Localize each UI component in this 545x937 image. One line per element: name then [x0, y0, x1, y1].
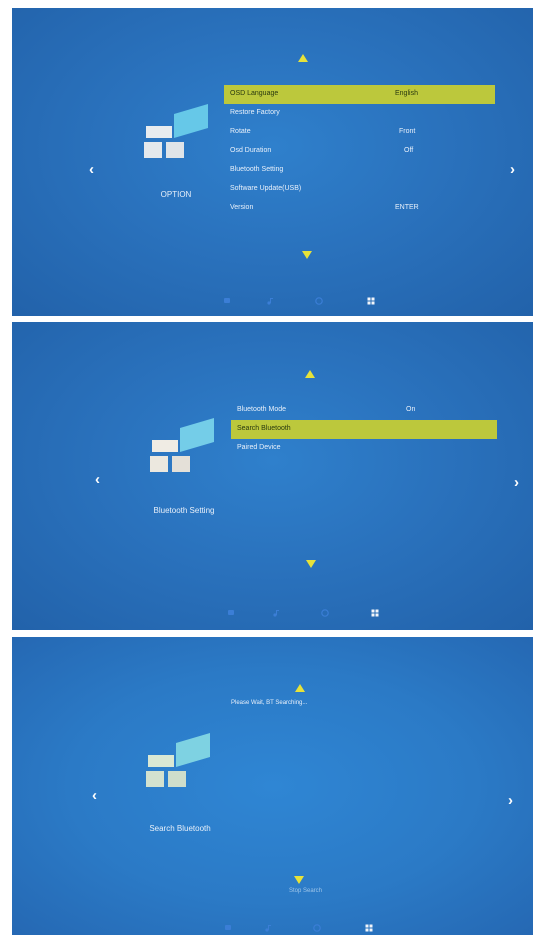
- scroll-down-arrow-icon[interactable]: [306, 560, 316, 568]
- option-icon[interactable]: [367, 297, 375, 305]
- menu-item-osd-language[interactable]: OSD Language English: [224, 85, 495, 104]
- previous-page-chevron-icon[interactable]: ‹: [95, 472, 100, 487]
- option-icon[interactable]: [371, 609, 379, 617]
- time-icon[interactable]: [321, 609, 329, 617]
- menu-item-software-update[interactable]: Software Update(USB): [224, 180, 495, 199]
- next-page-chevron-icon[interactable]: ›: [508, 793, 513, 808]
- scroll-down-arrow-icon[interactable]: [294, 876, 304, 884]
- menu-item-paired-device[interactable]: Paired Device: [231, 439, 497, 458]
- scroll-up-arrow-icon[interactable]: [295, 684, 305, 692]
- option-menu-panel: ‹ › OPTION OSD Language English Restore …: [12, 8, 533, 316]
- music-icon[interactable]: [272, 609, 280, 617]
- time-icon[interactable]: [313, 924, 321, 932]
- menu-item-search-bluetooth[interactable]: Search Bluetooth: [231, 420, 497, 439]
- previous-page-chevron-icon[interactable]: ‹: [92, 788, 97, 803]
- picture-icon[interactable]: [227, 609, 235, 617]
- menu-item-version[interactable]: Version ENTER: [224, 199, 495, 218]
- option-caption: OPTION: [160, 190, 192, 199]
- menu-item-osd-duration[interactable]: Osd Duration Off: [224, 142, 495, 161]
- picture-icon[interactable]: [224, 924, 232, 932]
- bluetooth-logo-icon: [150, 418, 214, 472]
- bluetooth-setting-panel: ‹ › Bluetooth Setting Bluetooth Mode On …: [12, 322, 533, 630]
- time-icon[interactable]: [315, 297, 323, 305]
- next-page-chevron-icon[interactable]: ›: [510, 162, 515, 177]
- stop-search-button[interactable]: Stop Search: [289, 888, 322, 894]
- scroll-up-arrow-icon[interactable]: [298, 54, 308, 62]
- music-icon[interactable]: [264, 924, 272, 932]
- menu-item-bluetooth-setting[interactable]: Bluetooth Setting: [224, 161, 495, 180]
- searching-status-message: Please Wait, BT Searching...: [231, 700, 308, 706]
- bluetooth-setting-caption: Bluetooth Setting: [153, 506, 215, 515]
- previous-page-chevron-icon[interactable]: ‹: [89, 162, 94, 177]
- search-bluetooth-logo-icon: [146, 733, 210, 787]
- bluetooth-search-panel: Please Wait, BT Searching... ‹ › Search …: [12, 637, 533, 935]
- picture-icon[interactable]: [223, 297, 231, 305]
- option-icon[interactable]: [365, 924, 373, 932]
- next-page-chevron-icon[interactable]: ›: [514, 475, 519, 490]
- menu-item-restore-factory[interactable]: Restore Factory: [224, 104, 495, 123]
- option-menu-list: OSD Language English Restore Factory Rot…: [224, 85, 495, 218]
- scroll-up-arrow-icon[interactable]: [305, 370, 315, 378]
- bluetooth-menu-list: Bluetooth Mode On Search Bluetooth Paire…: [231, 401, 497, 458]
- music-icon[interactable]: [266, 297, 274, 305]
- scroll-down-arrow-icon[interactable]: [302, 251, 312, 259]
- option-logo-icon: [144, 104, 208, 158]
- menu-item-rotate[interactable]: Rotate Front: [224, 123, 495, 142]
- search-bluetooth-caption: Search Bluetooth: [149, 824, 211, 833]
- menu-item-bluetooth-mode[interactable]: Bluetooth Mode On: [231, 401, 497, 420]
